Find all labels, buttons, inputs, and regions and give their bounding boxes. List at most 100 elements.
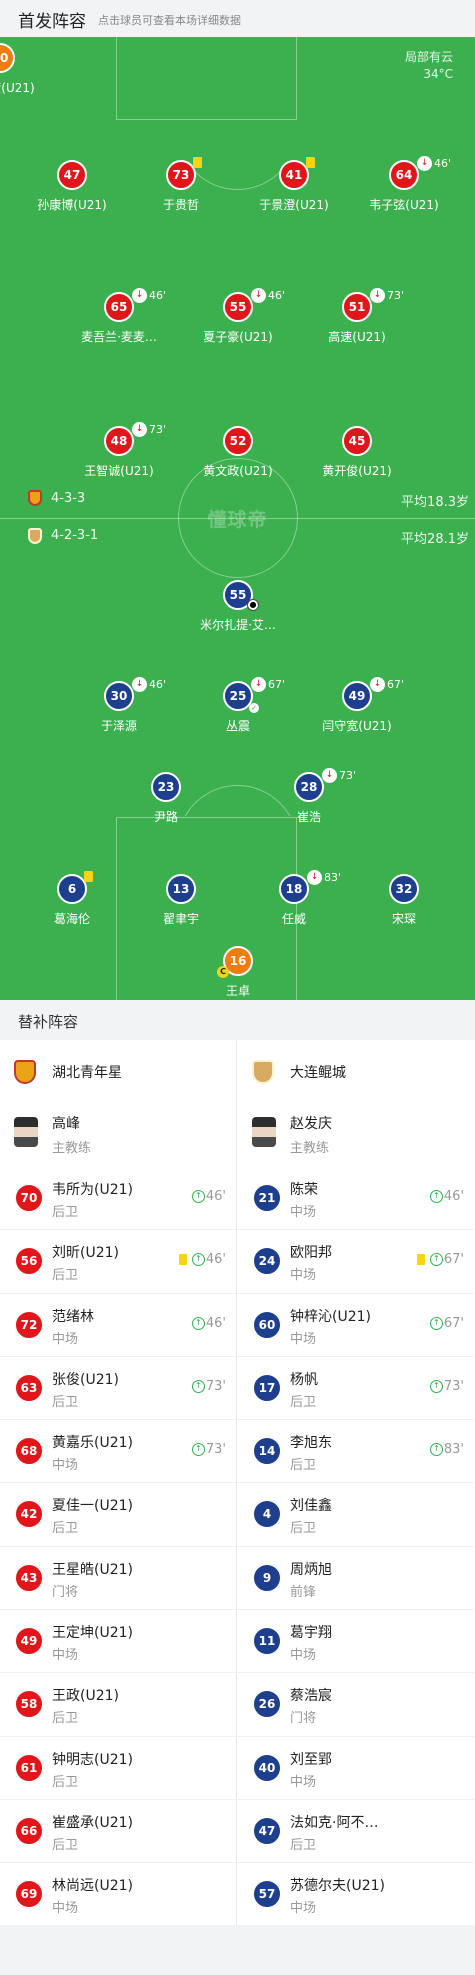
sub-in-minute: 46'	[205, 1315, 226, 1331]
away-player[interactable]: 32 宋琛	[342, 874, 466, 934]
bench-away-team[interactable]: 大连鲲城	[238, 1040, 474, 1103]
home-player[interactable]: 52 黄文政(U21)	[176, 426, 300, 486]
player-name: 崔浩	[296, 810, 321, 824]
player-name: 宋琛	[391, 912, 416, 926]
player-position: 后卫	[52, 1521, 79, 1537]
player-number: 21	[252, 1183, 282, 1213]
player-name: 孙康博(U21)	[37, 198, 107, 212]
away-player[interactable]: 18 任威 ↓ 83'	[232, 870, 356, 934]
player-position: 中场	[290, 1205, 317, 1220]
bench-player-row[interactable]: 66 崔盛承(U21) 后卫	[0, 1800, 236, 1864]
team-name: 湖北青年星	[52, 1065, 122, 1081]
away-player[interactable]: 13 翟聿宇	[119, 874, 243, 934]
player-number: 45	[342, 426, 372, 456]
home-player[interactable]: 45 黄开俊(U21)	[295, 426, 419, 486]
bench-home-team[interactable]: 湖北青年星	[0, 1040, 236, 1103]
sub-off-icon: ↓	[370, 288, 385, 303]
home-player[interactable]: 48 王智诚(U21) ↓ 73'	[57, 422, 181, 486]
bench-player-row[interactable]: 47 法如克·阿不… 后卫	[238, 1800, 474, 1864]
bench-player-row[interactable]: 14 李旭东 后卫 ↑ 83'	[238, 1420, 474, 1484]
sub-in-icon: ↑	[429, 1253, 443, 1267]
away-team-badge-icon	[28, 528, 42, 544]
coach-role: 主教练	[290, 1141, 330, 1156]
away-player[interactable]: 30 于泽源 ↓ 46'	[57, 677, 181, 741]
bench-player-row[interactable]: 11 葛宇翔 中场	[238, 1610, 474, 1674]
bench-player-row[interactable]: 61 钟明志(U21) 后卫	[0, 1737, 236, 1800]
away-player[interactable]: 16 王卓 C	[176, 946, 300, 1000]
player-number: 60	[252, 1309, 282, 1340]
home-avg-age: 平均18.3岁	[401, 495, 469, 510]
player-events: ↑ 46'	[191, 1189, 226, 1204]
bench-player-row[interactable]: 4 刘佳鑫 后卫	[238, 1483, 474, 1547]
player-number: 65	[104, 292, 134, 322]
home-player[interactable]: 73 于贵哲	[119, 157, 243, 220]
bench-player-row[interactable]: 24 欧阳邦 中场 ↑ 67'	[238, 1230, 474, 1294]
coach-avatar	[252, 1117, 276, 1147]
player-name: 夏子豪(U21)	[203, 330, 273, 344]
bench-player-row[interactable]: 60 钟梓沁(U21) 中场 ↑ 67'	[238, 1294, 474, 1357]
player-number: 26	[252, 1689, 282, 1720]
away-player[interactable]: 25 丛震 ✓ ↓ 67'	[176, 677, 300, 741]
player-name: 夏佳一(U21)	[52, 1498, 133, 1515]
sub-off-minute: 67'	[268, 678, 286, 691]
sub-in-minute: 73'	[205, 1378, 226, 1394]
bench-player-row[interactable]: 56 刘昕(U21) 后卫 ↑ 46'	[0, 1230, 236, 1294]
player-events: ↑ 46'	[429, 1189, 464, 1204]
player-events: ↑ 67'	[429, 1316, 464, 1331]
home-player[interactable]: 55 夏子豪(U21) ↓ 46'	[176, 288, 300, 352]
bench-player-row[interactable]: 43 王星皓(U21) 门将	[0, 1547, 236, 1611]
player-name: 韦子弦(U21)	[369, 198, 439, 212]
player-name: 刘佳鑫	[290, 1498, 332, 1515]
home-player[interactable]: 64 韦子弦(U21) ↓ 46'	[342, 156, 466, 220]
home-player[interactable]: 60胡贵莹(U21)C	[0, 43, 62, 103]
player-name: 钟明志(U21)	[52, 1751, 133, 1768]
away-player[interactable]: 55 米尔扎提·艾… ●	[176, 580, 300, 640]
player-position: 中场	[52, 1648, 79, 1664]
bench-player-row[interactable]: 70 韦所为(U21) 后卫 ↑ 46'	[0, 1167, 236, 1231]
bench-player-row[interactable]: 42 夏佳一(U21) 后卫	[0, 1483, 236, 1547]
home-player[interactable]: 51 高速(U21) ↓ 73'	[295, 288, 419, 352]
player-position: 后卫	[52, 1268, 79, 1284]
player-name: 尹路	[153, 810, 178, 824]
home-coach[interactable]: 高峰 主教练	[0, 1103, 236, 1167]
away-player[interactable]: 49 闫守宽(U21) ↓ 67'	[295, 677, 419, 741]
sub-off-icon: ↓	[132, 677, 147, 692]
home-player[interactable]: 41 于景澄(U21)	[232, 157, 356, 220]
bench-player-row[interactable]: 17 杨帆 后卫 ↑ 73'	[238, 1357, 474, 1421]
bench-player-row[interactable]: 49 王定坤(U21) 中场	[0, 1610, 236, 1674]
sub-off-minute: 73'	[339, 769, 357, 782]
bench-player-row[interactable]: 57 苏德尔夫(U21) 中场	[238, 1863, 474, 1927]
bench-player-row[interactable]: 26 蔡浩宸 门将	[238, 1673, 474, 1737]
bench-player-row[interactable]: 63 张俊(U21) 后卫 ↑ 73'	[0, 1357, 236, 1421]
captain-icon: C	[217, 966, 229, 978]
player-name: 葛海伦	[53, 912, 90, 926]
player-name: 钟梓沁(U21)	[290, 1308, 371, 1325]
bench-player-row[interactable]: 40 刘至郢 中场	[238, 1737, 474, 1800]
player-name: 范绪林	[52, 1308, 94, 1325]
home-player[interactable]: 65 麦吾兰·麦麦… ↓ 46'	[57, 288, 181, 352]
assist-boot-icon: ✓	[249, 703, 259, 713]
bench-player-row[interactable]: 58 王政(U21) 后卫	[0, 1673, 236, 1737]
away-player[interactable]: 23 尹路	[104, 772, 228, 832]
player-number: 43	[14, 1562, 44, 1593]
player-name: 麦吾兰·麦麦…	[81, 330, 157, 344]
player-name: 高速(U21)	[328, 330, 386, 344]
home-player[interactable]: 47 孙康博(U21)	[10, 160, 134, 220]
away-player[interactable]: 28 崔浩 ↓ 73'	[247, 768, 371, 832]
player-number: 41	[279, 160, 309, 190]
lineup-title: 首发阵容	[18, 12, 86, 32]
sub-in-minute: 46'	[205, 1252, 226, 1268]
bench-player-row[interactable]: 72 范绪林 中场 ↑ 46'	[0, 1294, 236, 1357]
player-position: 后卫	[290, 1458, 317, 1474]
bench-player-row[interactable]: 69 林尚远(U21) 中场	[0, 1863, 236, 1927]
coach-name: 高峰	[52, 1116, 80, 1132]
away-coach[interactable]: 赵发庆 主教练	[238, 1103, 474, 1167]
player-number: 28	[294, 772, 324, 802]
player-name: 于泽源	[100, 719, 137, 733]
player-name: 葛宇翔	[290, 1625, 332, 1642]
away-player[interactable]: 6 葛海伦	[10, 871, 134, 934]
bench-player-row[interactable]: 68 黄嘉乐(U21) 中场 ↑ 73'	[0, 1420, 236, 1484]
bench-player-row[interactable]: 21 陈荣 中场 ↑ 46'	[238, 1167, 474, 1231]
player-name: 崔盛承(U21)	[52, 1814, 133, 1831]
bench-player-row[interactable]: 9 周炳旭 前锋	[238, 1547, 474, 1611]
